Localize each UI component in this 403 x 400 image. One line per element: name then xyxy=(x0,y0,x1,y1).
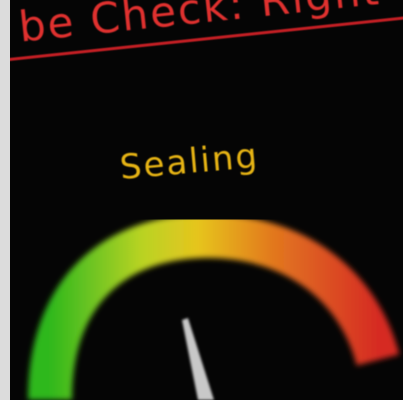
sealing-gauge xyxy=(28,213,400,400)
gauge-arc xyxy=(28,213,400,400)
stage: be Check: Right Sealing xyxy=(0,0,403,400)
device-screen: be Check: Right Sealing xyxy=(10,0,403,400)
gauge-needle xyxy=(182,318,214,400)
